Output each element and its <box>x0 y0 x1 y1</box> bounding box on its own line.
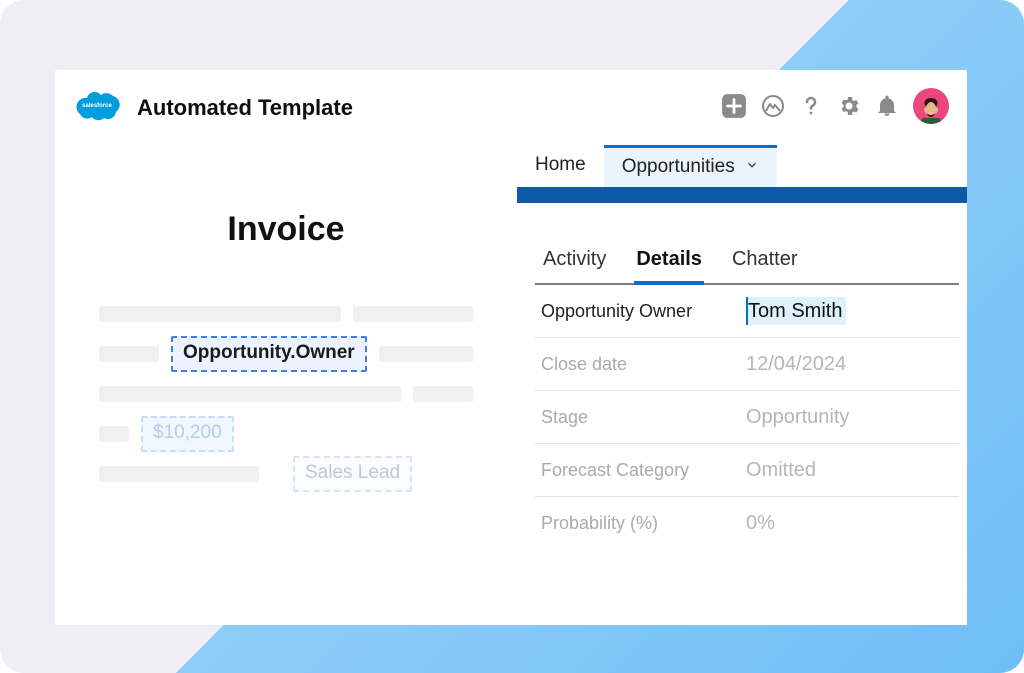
field-value: Opportunity <box>746 406 849 429</box>
placeholder-row <box>55 379 517 409</box>
field-close-date: Close date 12/04/2024 <box>535 338 959 391</box>
app-card: salesforce Automated Template <box>55 70 967 625</box>
header: salesforce Automated Template <box>55 70 967 145</box>
help-icon[interactable] <box>799 94 823 118</box>
notifications-icon[interactable] <box>875 94 899 118</box>
field-probability: Probability (%) 0% <box>535 497 959 549</box>
nav-opportunities[interactable]: Opportunities <box>604 145 777 188</box>
nav-label: Home <box>535 154 586 176</box>
tab-chatter[interactable]: Chatter <box>730 240 800 285</box>
field-value: 0% <box>746 512 775 535</box>
placeholder-bar <box>99 386 401 402</box>
amount-token-row: $10,200 <box>55 419 517 449</box>
add-icon[interactable] <box>721 93 747 119</box>
field-label: Stage <box>541 407 746 428</box>
opportunity-details: Activity Details Chatter Opportunity Own… <box>535 240 959 549</box>
placeholder-bar <box>99 346 159 362</box>
top-nav: Home Opportunities <box>517 145 777 187</box>
field-opportunity-owner: Opportunity Owner Tom Smith <box>535 285 959 338</box>
field-label: Probability (%) <box>541 513 746 534</box>
placeholder-bar <box>99 426 129 442</box>
placeholder-row <box>55 299 517 329</box>
nav-accent-bar <box>517 187 967 203</box>
detail-tabs: Activity Details Chatter <box>535 240 959 285</box>
lead-token-row: Sales Lead <box>55 459 517 489</box>
logo-wrap: salesforce Automated Template <box>73 88 353 127</box>
header-icons <box>721 88 949 124</box>
user-avatar[interactable] <box>913 88 949 124</box>
field-value: 12/04/2024 <box>746 353 846 376</box>
field-value: Omitted <box>746 459 816 482</box>
salesforce-logo-icon: salesforce <box>73 88 121 127</box>
nav-label: Opportunities <box>622 156 735 178</box>
tab-details[interactable]: Details <box>634 240 704 285</box>
placeholder-bar <box>413 386 473 402</box>
field-value[interactable]: Tom Smith <box>746 297 846 325</box>
field-forecast-category: Forecast Category Omitted <box>535 444 959 497</box>
merge-field-owner[interactable]: Opportunity.Owner <box>171 336 367 372</box>
trailhead-icon[interactable] <box>761 94 785 118</box>
nav-home[interactable]: Home <box>517 146 604 186</box>
owner-token-row: Opportunity.Owner <box>55 339 517 369</box>
placeholder-bar <box>99 466 259 482</box>
field-label: Opportunity Owner <box>541 301 746 322</box>
tab-activity[interactable]: Activity <box>541 240 608 285</box>
settings-icon[interactable] <box>837 94 861 118</box>
logo-text: salesforce <box>82 103 112 109</box>
invoice-title: Invoice <box>55 210 517 249</box>
placeholder-bar <box>353 306 473 322</box>
merge-field-sales-lead[interactable]: Sales Lead <box>293 456 412 492</box>
chevron-down-icon[interactable] <box>745 156 759 178</box>
merge-field-amount[interactable]: $10,200 <box>141 416 234 452</box>
page-canvas: salesforce Automated Template <box>0 0 1024 673</box>
placeholder-bar <box>99 306 341 322</box>
placeholder-bar <box>379 346 473 362</box>
field-label: Forecast Category <box>541 460 746 481</box>
app-title: Automated Template <box>137 95 353 121</box>
invoice-template: Invoice Opportunity.Owner $10,200 <box>55 160 517 499</box>
field-stage: Stage Opportunity <box>535 391 959 444</box>
field-label: Close date <box>541 354 746 375</box>
